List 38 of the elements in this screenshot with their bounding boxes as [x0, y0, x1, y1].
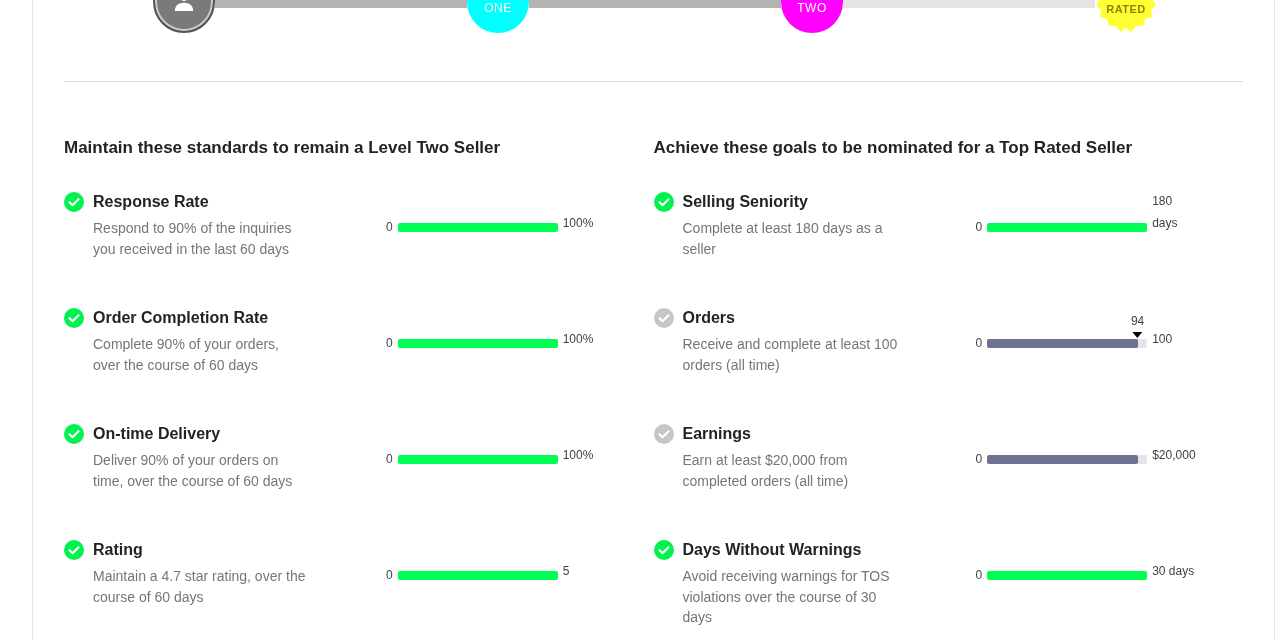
min-label: 0: [975, 568, 983, 582]
metric-title: Response Rate: [93, 193, 209, 211]
metric-description: Receive and complete at least 100 orders (all time): [682, 335, 899, 375]
metric-description: Complete 90% of your orders, over the course of 60 days: [93, 335, 280, 375]
top-rated-badge: RATED: [1095, 0, 1157, 33]
min-label: 0: [386, 336, 393, 350]
metric-title: Order Completion Rate: [93, 309, 269, 327]
marker-label: 94: [1130, 314, 1145, 328]
metric-title: Rating: [93, 541, 143, 559]
min-label: 0: [975, 220, 983, 234]
section-heading: Achieve these goals to be nominated for a Top Rated Seller: [653, 138, 1134, 158]
metric-description: Complete at least 180 days as a seller: [682, 219, 884, 259]
metric-title: Orders: [682, 309, 735, 327]
level-badge: ONE: [467, 0, 529, 33]
metric-description: Maintain a 4.7 star rating, over the course of 60 days: [93, 567, 307, 607]
metric-description: Deliver 90% of your orders on time, over the course of 60 days: [93, 451, 294, 491]
metric-description: Earn at least $20,000 from completed orders (all time): [682, 451, 850, 491]
max-label: 100%: [562, 447, 594, 464]
min-label: 0: [386, 452, 393, 466]
min-label: 0: [975, 336, 983, 350]
min-label: 0: [975, 452, 983, 466]
max-label: 100%: [562, 331, 594, 348]
min-label: 0: [386, 568, 393, 582]
metric-title: Earnings: [682, 425, 751, 443]
max-label: 30 days: [1152, 563, 1195, 580]
metric-description: Avoid receiving warnings for TOS violations over the course of 30 days: [682, 567, 891, 627]
max-label: 100%: [562, 215, 594, 232]
max-label: 5: [562, 563, 570, 580]
max-label: 100: [1152, 331, 1173, 348]
metric-title: On-time Delivery: [93, 425, 221, 443]
metric-title: Selling Seniority: [682, 193, 808, 211]
min-label: 0: [386, 220, 393, 234]
max-label: $20,000: [1152, 447, 1196, 464]
metric-title: Days Without Warnings: [682, 541, 862, 559]
section-heading: Maintain these standards to remain a Level Two Seller: [64, 138, 502, 158]
max-label: 180 days: [1152, 193, 1179, 232]
level-badge: TWO: [781, 0, 843, 33]
metric-description: Respond to 90% of the inquiries you received in the last 60 days: [93, 219, 293, 259]
